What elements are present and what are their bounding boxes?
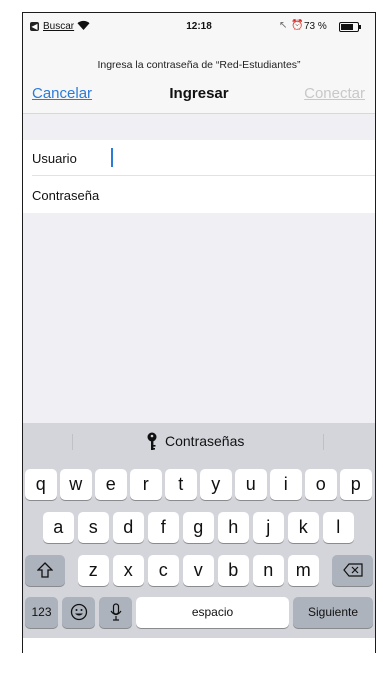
microphone-icon <box>110 603 121 621</box>
username-field[interactable]: Usuario <box>23 140 375 176</box>
key-t[interactable]: t <box>165 469 197 500</box>
key-n[interactable]: n <box>252 555 284 586</box>
key-q[interactable]: q <box>25 469 57 500</box>
key-icon <box>147 432 157 452</box>
battery-percent: 73 % <box>304 21 327 32</box>
shift-icon <box>37 562 53 578</box>
status-bar: ◀ Buscar 12:18 ↖ ⏰ 73 % <box>23 20 375 37</box>
top-bar: ◀ Buscar 12:18 ↖ ⏰ 73 % Ingresa la contr… <box>23 13 375 114</box>
key-e[interactable]: e <box>95 469 127 500</box>
connect-button[interactable]: Conectar <box>304 85 365 102</box>
key-k[interactable]: k <box>287 512 319 543</box>
numbers-key[interactable]: 123 <box>25 597 58 628</box>
location-arrow-icon: ↖ <box>279 20 288 31</box>
key-l[interactable]: l <box>322 512 354 543</box>
key-h[interactable]: h <box>217 512 249 543</box>
key-j[interactable]: j <box>252 512 284 543</box>
key-f[interactable]: f <box>147 512 179 543</box>
key-i[interactable]: i <box>270 469 302 500</box>
empty-area <box>23 213 375 423</box>
shift-key[interactable] <box>25 555 65 586</box>
text-cursor <box>111 148 113 167</box>
delete-icon <box>342 563 363 577</box>
emoji-icon <box>70 603 87 621</box>
key-x[interactable]: x <box>112 555 144 586</box>
key-m[interactable]: m <box>287 555 319 586</box>
key-r[interactable]: r <box>130 469 162 500</box>
key-o[interactable]: o <box>305 469 337 500</box>
key-z[interactable]: z <box>77 555 109 586</box>
space-key[interactable]: espacio <box>136 597 289 628</box>
next-key[interactable]: Siguiente <box>293 597 373 628</box>
phone-screen: ◀ Buscar 12:18 ↖ ⏰ 73 % Ingresa la contr… <box>22 12 376 653</box>
key-s[interactable]: s <box>77 512 109 543</box>
key-g[interactable]: g <box>182 512 214 543</box>
delete-key[interactable] <box>332 555 373 586</box>
key-c[interactable]: c <box>147 555 179 586</box>
key-v[interactable]: v <box>182 555 214 586</box>
password-field[interactable]: Contraseña <box>23 177 375 213</box>
battery-icon <box>339 22 359 32</box>
battery-tip <box>359 25 361 29</box>
suggestion-divider <box>323 434 324 450</box>
key-w[interactable]: w <box>60 469 92 500</box>
username-label: Usuario <box>32 151 77 166</box>
key-u[interactable]: u <box>235 469 267 500</box>
password-label: Contraseña <box>32 188 100 203</box>
key-b[interactable]: b <box>217 555 249 586</box>
key-y[interactable]: y <box>200 469 232 500</box>
key-d[interactable]: d <box>112 512 144 543</box>
keyboard: Contraseñas q w e r t y u i o p a s d f g h j k l z x c v b n m 12… <box>23 423 375 638</box>
row-divider <box>32 175 375 176</box>
bottom-area <box>23 638 375 653</box>
key-p[interactable]: p <box>340 469 372 500</box>
microphone-key[interactable] <box>99 597 132 628</box>
battery-fill <box>341 24 353 30</box>
emoji-key[interactable] <box>62 597 95 628</box>
suggestion-divider <box>72 434 73 450</box>
form-spacer <box>23 114 375 140</box>
alarm-icon: ⏰ <box>291 20 304 31</box>
quicktype-bar: Contraseñas <box>23 423 375 459</box>
key-a[interactable]: a <box>42 512 74 543</box>
network-prompt: Ingresa la contraseña de “Red-Estudiante… <box>97 59 301 71</box>
passwords-suggestion[interactable]: Contraseñas <box>165 433 244 449</box>
